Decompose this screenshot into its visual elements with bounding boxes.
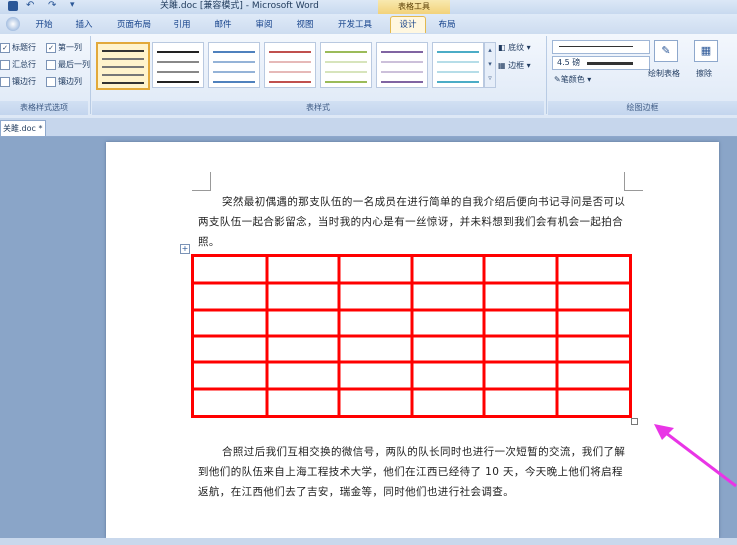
red-bordered-table[interactable] — [191, 254, 632, 418]
tab-review[interactable]: 审阅 — [248, 17, 280, 33]
annotation-arrow-icon — [654, 424, 737, 488]
checkbox-icon[interactable]: ✓ — [0, 42, 10, 53]
pen-icon: ✎ — [554, 75, 561, 84]
tab-references[interactable]: 引用 — [166, 17, 198, 33]
option-banded-columns[interactable]: 镶边列 — [46, 76, 82, 87]
document-tab-bar — [0, 118, 737, 137]
office-button-icon[interactable] — [6, 17, 20, 31]
eraser-icon: ▦ — [694, 40, 718, 62]
option-header-row[interactable]: ✓ 标题行 — [0, 42, 36, 53]
window-title: 关雎.doc [兼容模式] - Microsoft Word — [160, 1, 319, 11]
checkbox-icon[interactable] — [0, 76, 10, 87]
group-label-style-options: 表格样式选项 — [0, 101, 88, 115]
table-style-swatch[interactable] — [96, 42, 150, 90]
group-label-draw-borders: 绘图边框 — [548, 101, 737, 115]
tab-insert[interactable]: 插入 — [68, 17, 100, 33]
table-style-swatch[interactable] — [432, 42, 484, 88]
option-banded-rows[interactable]: 镶边行 — [0, 76, 36, 87]
ribbon-tab-bar: 开始 插入 页面布局 引用 邮件 审阅 视图 开发工具 设计 布局 — [0, 14, 737, 34]
separator — [546, 36, 547, 114]
borders-button[interactable]: ▦ 边框 ▾ — [498, 60, 531, 71]
tab-mailings[interactable]: 邮件 — [206, 17, 240, 33]
table-style-swatch[interactable] — [320, 42, 372, 88]
table-style-swatch[interactable] — [152, 42, 204, 88]
line-weight-dropdown[interactable]: 4.5 磅 — [552, 56, 650, 70]
document-tab[interactable]: 关雎.doc * — [0, 120, 46, 136]
margin-corner-mark — [624, 172, 643, 191]
separator — [90, 36, 91, 114]
tab-design[interactable]: 设计 — [390, 16, 426, 33]
draw-table-button[interactable]: 绘制表格 — [648, 68, 680, 79]
margin-corner-mark — [192, 172, 211, 191]
status-bar — [0, 538, 737, 545]
shading-button[interactable]: ◧ 底纹 ▾ — [498, 42, 531, 53]
shading-icon: ◧ — [498, 43, 509, 52]
tab-layout[interactable]: 布局 — [430, 17, 464, 33]
borders-icon: ▦ — [498, 61, 509, 70]
table-resize-handle[interactable] — [631, 418, 638, 425]
word-app-icon[interactable] — [8, 1, 18, 11]
paragraph-1[interactable]: 突然最初偶遇的那支队伍的一名成员在进行简单的自我介绍后便向书记寻问是否可以两支队… — [198, 192, 630, 252]
checkbox-icon[interactable] — [46, 59, 56, 70]
tab-home[interactable]: 开始 — [26, 17, 62, 33]
option-last-column[interactable]: 最后一列 — [46, 59, 90, 70]
table-tools-label: 表格工具 — [378, 0, 450, 14]
checkbox-icon[interactable] — [46, 76, 56, 87]
gallery-scroll[interactable]: ▴ ▾ ▿ — [484, 42, 496, 88]
tab-view[interactable]: 视图 — [288, 17, 322, 33]
tab-developer[interactable]: 开发工具 — [330, 17, 380, 33]
redo-icon[interactable]: ↷ — [48, 0, 56, 11]
quick-access-dropdown-icon[interactable]: ▾ — [70, 0, 75, 10]
table-grid — [194, 257, 629, 415]
checkbox-icon[interactable] — [0, 59, 10, 70]
paragraph-2[interactable]: 合照过后我们互相交换的微信号，两队的队长同时也进行一次短暂的交流，我们了解到他们… — [198, 442, 630, 502]
checkbox-icon[interactable]: ✓ — [46, 42, 56, 53]
option-first-column[interactable]: ✓ 第一列 — [46, 42, 82, 53]
table-move-handle-icon[interactable]: + — [180, 244, 190, 254]
eraser-button[interactable]: 擦除 — [696, 68, 712, 79]
tab-page-layout[interactable]: 页面布局 — [110, 17, 158, 33]
title-bar: ↶ ↷ ▾ — [0, 0, 737, 14]
group-label-table-styles: 表样式 — [92, 101, 544, 115]
ribbon: ✓ 标题行 ✓ 第一列 汇总行 最后一列 镶边行 镶边列 表格样式选项 ▴ ▾ ▿ ◧ … — [0, 34, 737, 119]
table-style-swatch[interactable] — [264, 42, 316, 88]
pen-color-button[interactable]: ✎笔颜色 ▾ — [554, 74, 591, 85]
draw-table-icon: ✎ — [654, 40, 678, 62]
option-total-row[interactable]: 汇总行 — [0, 59, 36, 70]
table-style-swatch[interactable] — [376, 42, 428, 88]
undo-icon[interactable]: ↶ — [26, 0, 34, 11]
table-style-swatch[interactable] — [208, 42, 260, 88]
line-style-dropdown[interactable] — [552, 40, 650, 54]
